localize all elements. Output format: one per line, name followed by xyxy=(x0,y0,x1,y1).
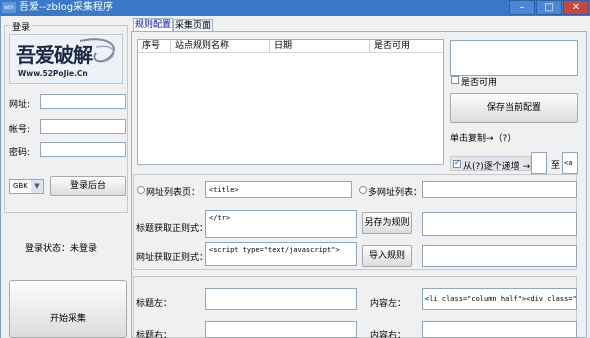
minimize-button[interactable]: – xyxy=(509,0,535,15)
increment-option[interactable]: 从(?)逐个递增 → xyxy=(450,156,531,172)
to-input[interactable]: <a xyxy=(562,152,578,174)
chevron-down-icon[interactable]: ▼ xyxy=(31,180,43,193)
encoding-select[interactable]: GBK ▼ xyxy=(9,179,44,194)
multi-list-radio[interactable] xyxy=(359,186,367,194)
account-label: 帐号: xyxy=(9,125,31,135)
list-page-radio[interactable] xyxy=(137,186,145,194)
password-label: 密码: xyxy=(9,148,31,158)
title-regex-input[interactable]: </tr> xyxy=(205,210,357,238)
login-group-title: 登录 xyxy=(10,20,33,33)
content-right-label: 内容右： xyxy=(370,331,407,338)
rule-name-input[interactable] xyxy=(450,40,578,76)
save-as-rule-button[interactable]: 另存为规则 xyxy=(362,212,412,234)
logo: 吾爱破解 Www.52PoJie.Cn xyxy=(9,34,123,84)
increment-checkbox[interactable] xyxy=(453,158,461,168)
list-page-input[interactable]: <title> xyxy=(205,181,352,198)
list-page-label: 网址列表页： xyxy=(146,188,201,198)
account-input[interactable] xyxy=(40,119,126,134)
from-input[interactable] xyxy=(531,152,547,174)
url-regex-label: 网址获取正则式： xyxy=(136,253,209,263)
column-header-available[interactable]: 是否可用 xyxy=(370,40,443,53)
rules-table[interactable]: 序号 站点规则名称 日期 是否可用 xyxy=(137,39,444,165)
to-label: 至 xyxy=(551,161,561,171)
window-title: 吾爱--zblog采集程序 xyxy=(19,2,114,13)
url-regex-input[interactable]: <script type="text/javascript"> xyxy=(205,242,357,266)
login-button[interactable]: 登录后台 xyxy=(50,176,126,196)
available-label: 是否可用 xyxy=(461,78,498,88)
title-regex-label: 标题获取正则式： xyxy=(136,224,209,234)
save-config-button[interactable]: 保存当前配置 xyxy=(450,93,578,123)
increment-label: 从(?)逐个递增 → xyxy=(463,162,531,172)
tab-rule-config[interactable]: 规则配置 xyxy=(133,18,173,32)
title-right-input[interactable] xyxy=(205,321,357,338)
logo-title: 吾爱破解 xyxy=(16,43,93,67)
content-left-input[interactable]: <li class="column half"><div class="lb xyxy=(422,288,577,310)
url-input[interactable] xyxy=(40,94,126,109)
login-status: 登录状态：未登录 xyxy=(25,244,98,254)
content-left-label: 内容左： xyxy=(370,299,407,309)
column-header-date[interactable]: 日期 xyxy=(270,40,370,53)
column-header-index[interactable]: 序号 xyxy=(138,40,171,53)
save-as-rule-input[interactable] xyxy=(422,212,577,236)
close-button[interactable]: ✕ xyxy=(563,0,589,15)
logo-url: Www.52PoJie.Cn xyxy=(18,69,88,78)
content-right-input[interactable] xyxy=(422,321,577,338)
column-header-name[interactable]: 站点规则名称 xyxy=(171,40,270,53)
copy-hint[interactable]: 单击复制→（?） xyxy=(450,131,516,144)
available-checkbox[interactable] xyxy=(451,76,459,84)
import-rule-button[interactable]: 导入规则 xyxy=(362,245,412,267)
tab-collect-page[interactable]: 采集页面 xyxy=(173,19,213,31)
encoding-value: GBK xyxy=(13,182,28,190)
password-input[interactable] xyxy=(40,142,126,157)
maximize-button[interactable]: □ xyxy=(536,0,562,15)
title-left-input[interactable] xyxy=(205,288,357,310)
title-bar: em 吾爱--zblog采集程序 – □ ✕ xyxy=(0,0,590,16)
app-icon: em xyxy=(2,2,16,13)
start-collect-button[interactable]: 开始采集 xyxy=(9,280,127,338)
import-rule-input[interactable] xyxy=(422,245,577,267)
title-left-label: 标题左： xyxy=(136,299,173,309)
url-label: 网址: xyxy=(9,100,31,110)
rules-table-header: 序号 站点规则名称 日期 是否可用 xyxy=(138,40,443,53)
multi-list-label: 多网址列表： xyxy=(368,188,423,198)
multi-list-input[interactable] xyxy=(422,181,577,198)
title-right-label: 标题右： xyxy=(136,331,173,338)
